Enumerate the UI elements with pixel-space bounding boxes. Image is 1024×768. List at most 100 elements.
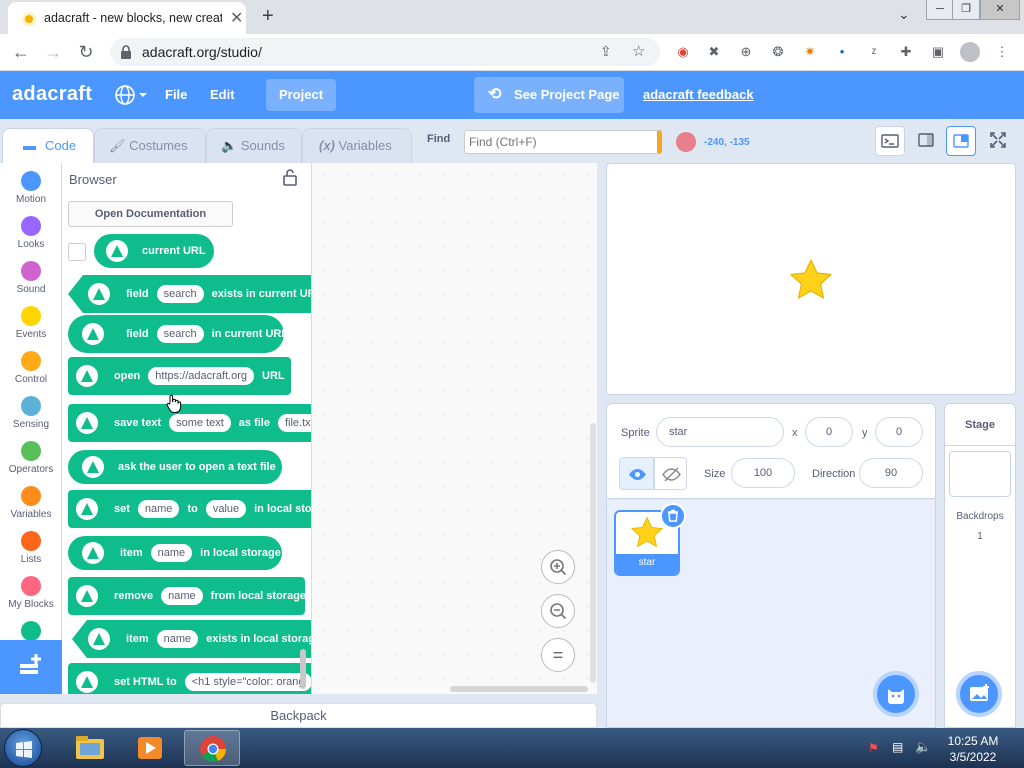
chrome-taskbar-icon[interactable] bbox=[184, 730, 240, 766]
add-extension-button[interactable] bbox=[0, 640, 62, 694]
edit-menu[interactable]: Edit bbox=[210, 87, 235, 102]
block-input[interactable]: <h1 style="color: orang bbox=[184, 673, 311, 691]
category-control[interactable]: Control bbox=[0, 351, 62, 385]
choose-sprite-button[interactable] bbox=[873, 671, 919, 717]
tab-costumes[interactable]: 🖌 Costumes bbox=[94, 128, 206, 164]
stage-thumbnail[interactable] bbox=[949, 451, 1011, 497]
start-button[interactable] bbox=[4, 729, 42, 767]
block-input[interactable]: some text bbox=[169, 414, 231, 432]
address-bar[interactable]: adacraft.org/studio/ ⇪ ☆ bbox=[110, 38, 660, 66]
block-save-text[interactable]: save text some text as file file.txt bbox=[68, 404, 311, 442]
tab-close-icon[interactable]: ✕ bbox=[230, 8, 243, 28]
window-close-icon[interactable]: ✕ bbox=[980, 0, 1020, 20]
console-button[interactable] bbox=[875, 126, 905, 156]
minimize-icon[interactable]: ─ bbox=[926, 0, 954, 20]
hide-sprite-button[interactable] bbox=[654, 457, 687, 490]
media-player-taskbar-icon[interactable] bbox=[122, 730, 178, 766]
block-input[interactable]: https://adacraft.org bbox=[148, 367, 254, 385]
category-lists[interactable]: Lists bbox=[0, 531, 62, 565]
extension-dot-icon[interactable]: • bbox=[834, 44, 850, 60]
block-field-exists-in-url[interactable]: field search exists in current UR bbox=[68, 275, 311, 313]
stop-indicator-icon[interactable] bbox=[676, 132, 696, 152]
block-open-url[interactable]: open https://adacraft.org URL bbox=[68, 357, 291, 395]
size-input[interactable]: 100 bbox=[731, 458, 795, 488]
extension-crosshair-icon[interactable]: ⊕ bbox=[738, 44, 754, 60]
small-stage-button[interactable] bbox=[912, 126, 942, 156]
extension-z-icon[interactable]: z bbox=[866, 44, 882, 60]
reload-icon[interactable]: ↻ bbox=[75, 42, 97, 63]
category-operators[interactable]: Operators bbox=[0, 441, 62, 475]
category-sensing[interactable]: Sensing bbox=[0, 396, 62, 430]
volume-icon[interactable]: 🔈 bbox=[915, 739, 931, 755]
delete-sprite-button[interactable] bbox=[660, 503, 686, 529]
extensions-puzzle-icon[interactable]: ✚ bbox=[898, 44, 914, 60]
open-documentation-button[interactable]: Open Documentation bbox=[68, 201, 233, 227]
action-center-flag-icon[interactable]: ⚑ bbox=[868, 741, 879, 755]
lock-icon[interactable] bbox=[282, 167, 298, 187]
backpack[interactable]: Backpack bbox=[0, 703, 597, 728]
block-input[interactable]: value bbox=[205, 500, 247, 518]
show-sprite-button[interactable] bbox=[619, 457, 654, 490]
explorer-taskbar-icon[interactable] bbox=[62, 730, 118, 766]
category-variables[interactable]: Variables bbox=[0, 486, 62, 520]
lock-icon[interactable] bbox=[120, 45, 132, 59]
block-ask-open-file[interactable]: ask the user to open a text file bbox=[68, 450, 282, 484]
side-panel-icon[interactable]: ▣ bbox=[930, 44, 946, 60]
category-motion[interactable]: Motion bbox=[0, 171, 62, 205]
profile-avatar-icon[interactable] bbox=[960, 42, 980, 62]
zoom-in-button[interactable] bbox=[541, 550, 575, 584]
block-input[interactable]: name bbox=[161, 587, 203, 605]
forward-icon[interactable]: → bbox=[42, 42, 64, 63]
block-remove-local-storage[interactable]: remove name from local storage bbox=[68, 577, 306, 615]
category-my-blocks[interactable]: My Blocks bbox=[0, 576, 62, 610]
tab-code[interactable]: ▬ Code bbox=[2, 128, 94, 165]
direction-input[interactable]: 90 bbox=[859, 458, 923, 488]
extension-cookie-icon[interactable]: ❂ bbox=[770, 44, 786, 60]
monitor-checkbox[interactable] bbox=[68, 243, 86, 261]
bookmark-star-icon[interactable]: ☆ bbox=[632, 42, 645, 60]
tab-sounds[interactable]: 🔈 Sounds bbox=[206, 128, 302, 164]
feedback-link[interactable]: adacraft feedback bbox=[643, 87, 754, 102]
language-globe-icon[interactable] bbox=[115, 84, 149, 106]
browser-tab[interactable]: adacraft - new blocks, new creati ✕ bbox=[8, 2, 246, 34]
y-input[interactable]: 0 bbox=[875, 417, 923, 447]
block-input[interactable]: file.txt bbox=[277, 414, 311, 432]
project-button[interactable]: Project bbox=[266, 79, 336, 111]
category-looks[interactable]: Looks bbox=[0, 216, 62, 250]
block-field-in-url[interactable]: field search in current URL bbox=[68, 315, 288, 353]
workspace-vertical-scrollbar[interactable] bbox=[590, 423, 596, 683]
sprite-name-input[interactable]: star bbox=[656, 417, 784, 447]
stage-canvas[interactable] bbox=[606, 163, 1016, 395]
system-clock[interactable]: 10:25 AM 3/5/2022 bbox=[943, 733, 1003, 765]
block-set-html[interactable]: set HTML to <h1 style="color: orang bbox=[68, 663, 311, 694]
find-input[interactable] bbox=[464, 130, 662, 154]
block-set-local-storage[interactable]: set name to value in local stora bbox=[68, 490, 311, 528]
category-sound[interactable]: Sound bbox=[0, 261, 62, 295]
tab-search-icon[interactable]: ⌄ bbox=[898, 6, 910, 23]
share-icon[interactable]: ⇪ bbox=[600, 43, 612, 60]
block-input[interactable]: name bbox=[150, 544, 193, 562]
extension-burst-icon[interactable]: ✷ bbox=[802, 44, 818, 60]
new-tab-icon[interactable]: + bbox=[262, 5, 274, 28]
browser-menu-icon[interactable]: ⋮ bbox=[994, 44, 1010, 60]
choose-backdrop-button[interactable] bbox=[956, 671, 1002, 717]
block-current-url[interactable]: current URL bbox=[94, 234, 214, 268]
extension-tools-icon[interactable]: ✖ bbox=[706, 44, 722, 60]
extension-chrome-icon[interactable]: ◉ bbox=[675, 44, 691, 60]
block-input[interactable]: search bbox=[156, 325, 204, 343]
network-icon[interactable]: ▤ bbox=[892, 740, 903, 754]
see-project-page-button[interactable]: ⟲ See Project Page bbox=[474, 77, 624, 113]
category-events[interactable]: Events bbox=[0, 306, 62, 340]
restore-icon[interactable]: ❐ bbox=[952, 0, 980, 20]
block-input[interactable]: name bbox=[137, 500, 180, 518]
workspace-horizontal-scrollbar[interactable] bbox=[450, 686, 588, 692]
adacraft-logo[interactable]: adacraft bbox=[12, 83, 92, 106]
script-workspace[interactable]: = bbox=[312, 163, 597, 694]
block-input[interactable]: search bbox=[156, 285, 204, 303]
x-input[interactable]: 0 bbox=[805, 417, 853, 447]
block-item-local-storage[interactable]: item name in local storage bbox=[68, 536, 282, 570]
zoom-reset-button[interactable]: = bbox=[541, 638, 575, 672]
palette-scrollbar[interactable] bbox=[300, 649, 306, 689]
block-item-exists-local-storage[interactable]: item name exists in local storage bbox=[72, 620, 311, 658]
block-input[interactable]: name bbox=[156, 630, 199, 648]
